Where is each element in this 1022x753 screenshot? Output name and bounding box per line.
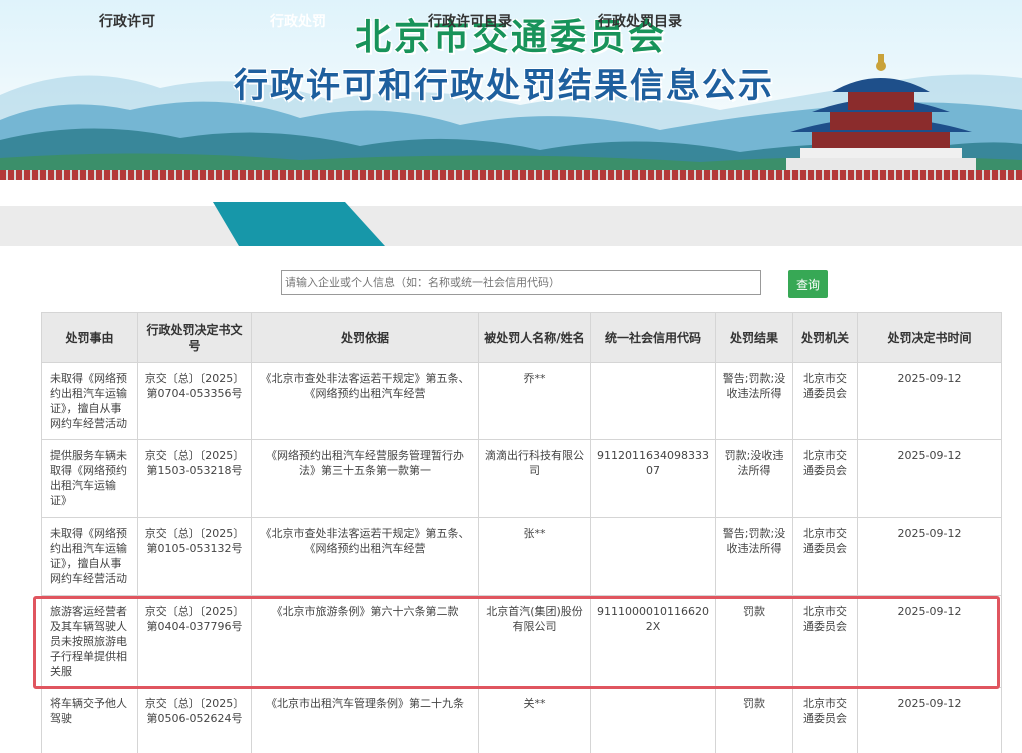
table-cell: 京交〔总〕〔2025〕第0105-053132号: [137, 517, 252, 596]
table-cell: 《北京市旅游条例》第六十六条第二款: [251, 595, 479, 688]
table-row[interactable]: 提供服务车辆未取得《网络预约出租汽车运输证》 京交〔总〕〔2025〕第1503-…: [41, 439, 1002, 518]
column-header: 处罚结果: [715, 312, 793, 363]
table-cell: [590, 362, 716, 440]
table-row[interactable]: 未取得《网络预约出租汽车运输证》，擅自从事网约车经营活动 京交〔总〕〔2025〕…: [41, 517, 1002, 596]
tab-license-catalog[interactable]: 行政许可目录: [418, 0, 522, 40]
table-cell: 《北京市查处非法客运若干规定》第五条、《网络预约出租汽车经营: [251, 517, 479, 596]
table-cell: 罚款: [715, 687, 793, 753]
table-cell: 旅游客运经营者及其车辆驾驶人员未按照旅游电子行程单提供相关服: [41, 595, 138, 688]
table-cell: 北京市交通委员会: [792, 687, 858, 753]
table-cell: 京交〔总〕〔2025〕第0506-052624号: [137, 687, 252, 753]
table-cell: 《网络预约出租汽车经营服务管理暂行办法》第三十五条第一款第一: [251, 439, 479, 518]
table-cell: 《北京市出租汽车管理条例》第二十九条: [251, 687, 479, 753]
table-cell: 2025-09-12: [857, 595, 1002, 688]
table-cell: 《北京市查处非法客运若干规定》第五条、《网络预约出租汽车经营: [251, 362, 479, 440]
column-header: 处罚决定书时间: [857, 312, 1002, 363]
tab-administrative-license[interactable]: 行政许可: [82, 0, 172, 40]
table-cell: 警告;罚款;没收违法所得: [715, 517, 793, 596]
table-cell: 北京首汽(集团)股份有限公司: [478, 595, 591, 688]
column-header: 行政处罚决定书文号: [137, 312, 252, 363]
table-cell: 2025-09-12: [857, 517, 1002, 596]
table-cell: 罚款;没收违法所得: [715, 439, 793, 518]
table-cell: 北京市交通委员会: [792, 595, 858, 688]
table-cell: 911201163409833307: [590, 439, 716, 518]
column-header: 处罚依据: [251, 312, 479, 363]
active-tab-background: [213, 202, 385, 246]
table-cell: 京交〔总〕〔2025〕第1503-053218号: [137, 439, 252, 518]
column-header: 处罚机关: [792, 312, 858, 363]
table-cell: 北京市交通委员会: [792, 517, 858, 596]
temple-of-heaven-icon: [786, 54, 976, 170]
table-cell: 将车辆交予他人驾驶: [41, 687, 138, 753]
table-cell: 91110000101166202X: [590, 595, 716, 688]
table-cell: 京交〔总〕〔2025〕第0404-037796号: [137, 595, 252, 688]
column-header: 被处罚人名称/姓名: [478, 312, 591, 363]
table-cell: 北京市交通委员会: [792, 439, 858, 518]
table-row-highlighted[interactable]: 旅游客运经营者及其车辆驾驶人员未按照旅游电子行程单提供相关服 京交〔总〕〔202…: [41, 595, 1002, 688]
table-row[interactable]: 未取得《网络预约出租汽车运输证》，擅自从事网约车经营活动 京交〔总〕〔2025〕…: [41, 362, 1002, 440]
penalty-results-table: 处罚事由 行政处罚决定书文号 处罚依据 被处罚人名称/姓名 统一社会信用代码 处…: [41, 312, 1002, 753]
table-cell: 2025-09-12: [857, 687, 1002, 753]
table-cell: 罚款: [715, 595, 793, 688]
table-cell: 张**: [478, 517, 591, 596]
table-cell: 关**: [478, 687, 591, 753]
table-cell: 提供服务车辆未取得《网络预约出租汽车运输证》: [41, 439, 138, 518]
main-tabs: [0, 206, 1022, 246]
table-cell: 未取得《网络预约出租汽车运输证》，擅自从事网约车经营活动: [41, 517, 138, 596]
table-cell: 北京市交通委员会: [792, 362, 858, 440]
banner-subtitle: 行政许可和行政处罚结果信息公示: [234, 66, 774, 106]
column-header: 处罚事由: [41, 312, 138, 363]
table-cell: [590, 517, 716, 596]
banner-edge: [0, 170, 1022, 180]
table-cell: 乔**: [478, 362, 591, 440]
search-button[interactable]: 查询: [788, 270, 828, 298]
table-cell: 2025-09-12: [857, 362, 1002, 440]
tab-administrative-penalty[interactable]: 行政处罚: [250, 0, 346, 40]
column-header: 统一社会信用代码: [590, 312, 716, 363]
search-input[interactable]: [281, 270, 761, 295]
table-row[interactable]: 将车辆交予他人驾驶 京交〔总〕〔2025〕第0506-052624号 《北京市出…: [41, 687, 1002, 753]
table-cell: 未取得《网络预约出租汽车运输证》，擅自从事网约车经营活动: [41, 362, 138, 440]
table-cell: 滴滴出行科技有限公司: [478, 439, 591, 518]
table-cell: 警告;罚款;没收违法所得: [715, 362, 793, 440]
table-cell: 京交〔总〕〔2025〕第0704-053356号: [137, 362, 252, 440]
table-cell: [590, 687, 716, 753]
table-header-row: 处罚事由 行政处罚决定书文号 处罚依据 被处罚人名称/姓名 统一社会信用代码 处…: [41, 312, 1002, 363]
tab-penalty-catalog[interactable]: 行政处罚目录: [588, 0, 692, 40]
table-cell: 2025-09-12: [857, 439, 1002, 518]
